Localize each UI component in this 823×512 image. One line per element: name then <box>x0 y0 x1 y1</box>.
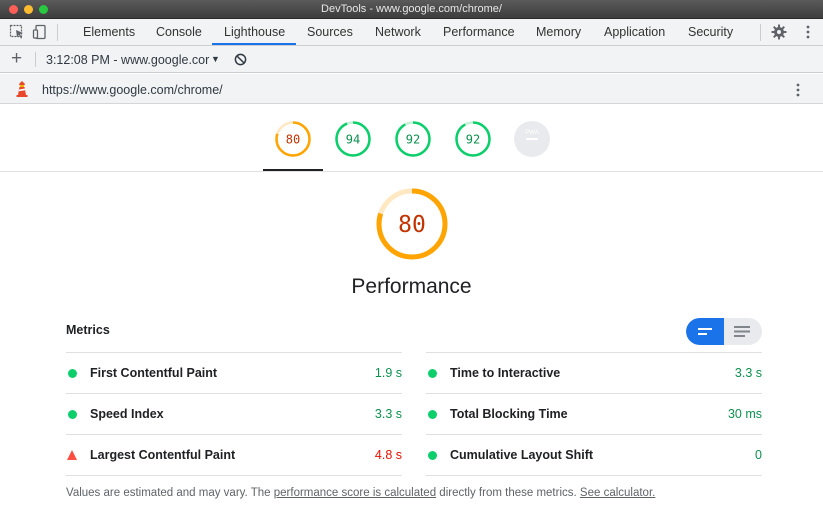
tab-elements[interactable]: Elements <box>83 25 135 39</box>
metric-speed-index: Speed Index 3.3 s <box>66 394 402 434</box>
pass-indicator-icon <box>428 369 437 378</box>
category-gauge-accessibility[interactable]: 94 <box>334 120 372 158</box>
settings-gear-icon[interactable] <box>771 24 787 40</box>
metric-cumulative-layout-shift: Cumulative Layout Shift 0 <box>426 435 762 475</box>
pwa-badge-label: PWA <box>525 130 538 136</box>
tab-lighthouse[interactable]: Lighthouse <box>224 25 285 39</box>
window-titlebar: DevTools - www.google.com/chrome/ <box>0 0 823 19</box>
metric-name: Largest Contentful Paint <box>90 448 236 462</box>
metric-divider <box>426 475 762 476</box>
performance-score: 80 <box>398 212 426 238</box>
active-tab-indicator <box>212 43 296 45</box>
footnote-text: Values are estimated and may vary. The <box>66 487 274 499</box>
more-options-icon[interactable] <box>800 24 816 40</box>
report-selector[interactable]: 3:12:08 PM - www.google.cor <box>46 53 209 67</box>
pass-indicator-icon <box>428 451 437 460</box>
pass-indicator-icon <box>68 410 77 419</box>
report-toolbar: + 3:12:08 PM - www.google.cor ▼ <box>0 46 823 73</box>
see-calculator-link[interactable]: See calculator. <box>580 487 655 499</box>
tab-performance[interactable]: Performance <box>443 25 515 39</box>
metric-value: 1.9 s <box>374 366 402 380</box>
toolbar-divider <box>57 24 58 41</box>
tab-security[interactable]: Security <box>688 25 733 39</box>
category-gauge-best-practices[interactable]: 92 <box>394 120 432 158</box>
device-toolbar-icon[interactable] <box>32 24 48 40</box>
tab-application[interactable]: Application <box>604 25 665 39</box>
gauge-score: 92 <box>406 133 420 147</box>
tab-console[interactable]: Console <box>156 25 202 39</box>
toolbar-divider <box>760 24 761 41</box>
clear-reports-icon[interactable] <box>234 53 247 66</box>
report-url[interactable]: https://www.google.com/chrome/ <box>42 83 223 97</box>
new-report-button[interactable]: + <box>11 48 22 70</box>
fail-indicator-icon <box>67 450 77 460</box>
lighthouse-logo-icon <box>16 81 28 97</box>
metric-value: 3.3 s <box>374 407 402 421</box>
report-menu-icon[interactable] <box>793 82 803 98</box>
inspect-element-icon[interactable] <box>9 24 25 40</box>
score-calculation-link[interactable]: performance score is calculated <box>274 487 436 499</box>
toggle-compact-view[interactable] <box>686 318 724 345</box>
metric-value: 4.8 s <box>374 448 402 462</box>
compact-list-icon <box>698 328 712 335</box>
tab-memory[interactable]: Memory <box>536 25 581 39</box>
category-gauge-seo[interactable]: 92 <box>454 120 492 158</box>
category-gauge-performance[interactable]: 80 <box>274 120 312 158</box>
section-divider <box>0 171 823 172</box>
pwa-dash-icon <box>526 138 538 140</box>
metric-value: 0 <box>755 448 762 462</box>
metric-name: Speed Index <box>90 407 164 421</box>
metrics-footnote: Values are estimated and may vary. The p… <box>66 487 655 499</box>
metric-value: 30 ms <box>727 407 762 421</box>
tab-network[interactable]: Network <box>375 25 421 39</box>
metric-total-blocking-time: Total Blocking Time 30 ms <box>426 394 762 434</box>
metrics-view-toggle[interactable] <box>686 318 762 345</box>
window-title: DevTools - www.google.com/chrome/ <box>321 3 502 15</box>
tab-sources[interactable]: Sources <box>307 25 353 39</box>
gauge-score: 92 <box>466 133 480 147</box>
performance-title: Performance <box>351 275 472 298</box>
metric-name: Cumulative Layout Shift <box>450 448 594 462</box>
footnote-text: directly from these metrics. <box>436 487 580 499</box>
category-gauge-pwa[interactable]: PWA <box>513 120 551 158</box>
pass-indicator-icon <box>428 410 437 419</box>
metric-divider <box>66 475 402 476</box>
metric-time-to-interactive: Time to Interactive 3.3 s <box>426 353 762 393</box>
report-dropdown-arrow[interactable]: ▼ <box>211 54 220 64</box>
gauge-score: 94 <box>346 133 360 147</box>
expanded-list-icon[interactable] <box>733 325 751 338</box>
metrics-heading: Metrics <box>66 323 110 337</box>
devtools-tabbar: Elements Console Lighthouse Sources Netw… <box>0 19 823 46</box>
toolbar-divider <box>35 52 36 67</box>
performance-score-gauge: 80 <box>376 188 448 260</box>
metric-name: First Contentful Paint <box>90 366 218 380</box>
pass-indicator-icon <box>68 369 77 378</box>
metric-name: Time to Interactive <box>450 366 561 380</box>
metric-largest-contentful-paint: Largest Contentful Paint 4.8 s <box>66 435 402 475</box>
metric-name: Total Blocking Time <box>450 407 568 421</box>
metric-first-contentful-paint: First Contentful Paint 1.9 s <box>66 353 402 393</box>
metric-value: 3.3 s <box>734 366 762 380</box>
url-bar: https://www.google.com/chrome/ <box>0 74 823 104</box>
gauge-score: 80 <box>286 133 300 147</box>
